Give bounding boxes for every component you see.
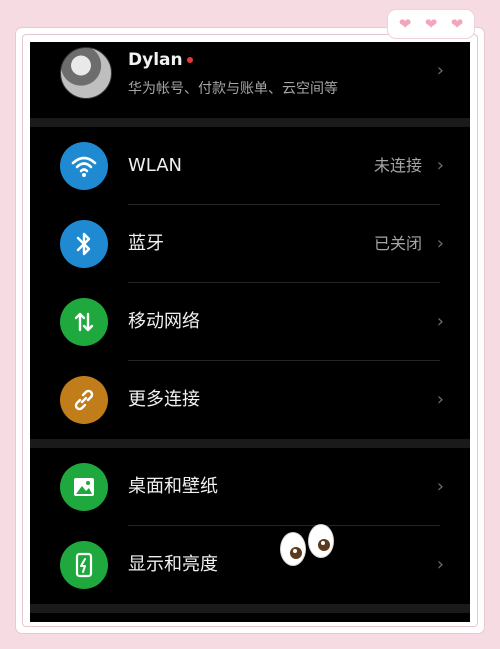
chevron-right-icon: › [436, 311, 444, 332]
highlight [321, 541, 325, 545]
settings-item-more-connections[interactable]: 更多连接 › [30, 361, 470, 439]
section-separator [30, 118, 470, 127]
wallpaper-icon [60, 463, 108, 511]
avatar [60, 47, 112, 99]
settings-item-status: 已关闭 [373, 234, 422, 253]
chevron-right-icon: › [436, 476, 444, 497]
settings-item-label: 移动网络 [128, 311, 200, 332]
settings-item-label: 蓝牙 [128, 233, 164, 254]
chevron-right-icon: › [436, 389, 444, 410]
settings-item-label: 更多连接 [128, 389, 200, 410]
heart-icon: ❤ [450, 14, 464, 33]
settings-item-label: WLAN [128, 155, 183, 176]
settings-item-bluetooth[interactable]: 蓝牙 已关闭 › [30, 205, 470, 283]
settings-item-mobile-network[interactable]: 移动网络 › [30, 283, 470, 361]
wifi-icon [60, 142, 108, 190]
section-separator [30, 439, 470, 448]
settings-screen: Dylan 华为帐号、付款与账单、云空间等 › WLAN 未连接 › 蓝牙 已关… [30, 42, 470, 622]
profile-subtitle: 华为帐号、付款与账单、云空间等 [128, 81, 338, 97]
heart-icon: ❤ [398, 14, 412, 33]
eye-icon [280, 532, 306, 566]
eyes-sticker [280, 522, 338, 568]
chevron-right-icon: › [436, 155, 444, 176]
account-profile-row[interactable]: Dylan 华为帐号、付款与账单、云空间等 › [30, 42, 470, 118]
settings-item-display-brightness[interactable]: 显示和亮度 › [30, 526, 470, 604]
heart-icon: ❤ [424, 14, 438, 33]
chevron-right-icon: › [436, 60, 444, 81]
settings-item-wallpaper[interactable]: 桌面和壁纸 › [30, 448, 470, 526]
highlight [293, 549, 297, 553]
chevron-right-icon: › [436, 554, 444, 575]
hearts-decoration: ❤ ❤ ❤ [388, 10, 474, 38]
mobile-data-icon [60, 298, 108, 346]
notification-dot [186, 57, 193, 63]
connectivity-section: WLAN 未连接 › 蓝牙 已关闭 › 移动网络 › 更多连接 › [30, 127, 470, 439]
chevron-right-icon: › [436, 233, 444, 254]
eye-icon [308, 524, 334, 558]
settings-item-wlan[interactable]: WLAN 未连接 › [30, 127, 470, 205]
settings-item-label: 显示和亮度 [128, 554, 218, 575]
profile-name: Dylan [128, 50, 193, 70]
settings-item-label: 桌面和壁纸 [128, 476, 218, 497]
link-icon [60, 376, 108, 424]
settings-item-status: 未连接 [373, 156, 422, 175]
display-icon [60, 541, 108, 589]
display-section: 桌面和壁纸 › 显示和亮度 › [30, 448, 470, 604]
bluetooth-icon [60, 220, 108, 268]
section-separator [30, 604, 470, 613]
